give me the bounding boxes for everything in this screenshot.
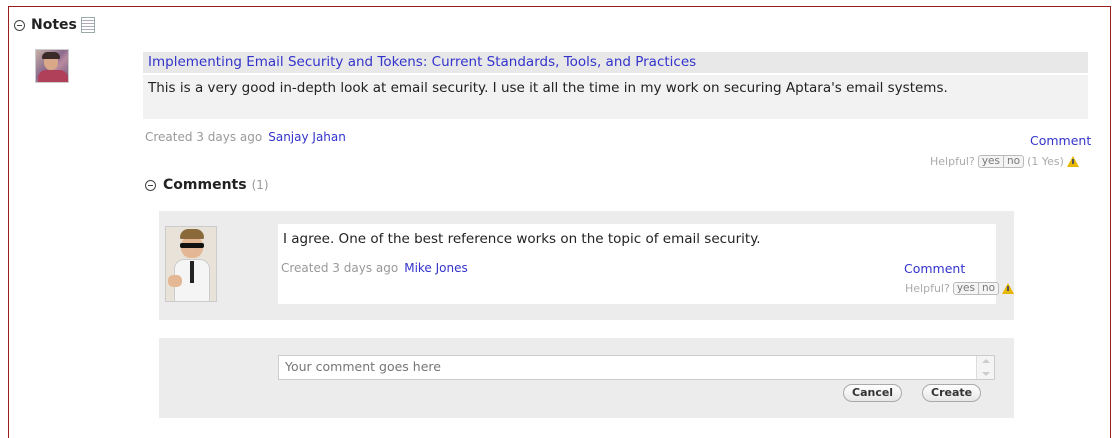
- helpful-label: Helpful?: [930, 155, 975, 168]
- input-scrollbar[interactable]: [976, 356, 994, 379]
- document-icon[interactable]: [80, 17, 95, 33]
- comment-author-link[interactable]: Mike Jones: [404, 261, 468, 275]
- note-meta: Created 3 days ago Sanjay Jahan: [145, 130, 346, 144]
- note-title-link[interactable]: Implementing Email Security and Tokens: …: [143, 52, 1088, 73]
- helpful-vote: yes no: [952, 282, 1000, 295]
- note-comment-link[interactable]: Comment: [1030, 133, 1091, 148]
- cancel-button[interactable]: Cancel: [843, 384, 903, 402]
- scroll-up-icon[interactable]: [982, 359, 990, 363]
- yes-button[interactable]: yes: [954, 283, 978, 294]
- comment-avatar[interactable]: [165, 226, 217, 302]
- comment-reply-link[interactable]: Comment: [904, 261, 965, 276]
- notes-title: Notes: [31, 17, 77, 33]
- helpful-count: (1 Yes): [1027, 155, 1064, 168]
- scroll-down-icon[interactable]: [982, 372, 990, 376]
- helpful-vote: yes no: [977, 155, 1025, 168]
- comments-count: (1): [251, 178, 269, 192]
- yes-button[interactable]: yes: [979, 156, 1003, 167]
- collapse-comments-icon[interactable]: [145, 179, 156, 191]
- comment-created: Created 3 days ago: [281, 261, 399, 275]
- note-body: This is a very good in-depth look at ema…: [143, 75, 1088, 119]
- notes-header: Notes: [14, 17, 95, 33]
- comment-text: I agree. One of the best reference works…: [283, 231, 761, 247]
- note-helpful: Helpful? yes no (1 Yes): [930, 155, 1079, 168]
- warning-icon[interactable]: [1002, 283, 1015, 294]
- collapse-notes-icon[interactable]: [14, 19, 25, 31]
- comments-header: Comments (1): [145, 177, 269, 193]
- comment-helpful: Helpful? yes no: [905, 282, 1015, 295]
- comment-meta: Created 3 days ago Mike Jones: [281, 261, 468, 275]
- no-button[interactable]: no: [977, 283, 998, 294]
- create-button[interactable]: Create: [922, 384, 982, 402]
- comment-input[interactable]: [278, 355, 995, 380]
- note-author-link[interactable]: Sanjay Jahan: [268, 130, 346, 144]
- no-button[interactable]: no: [1002, 156, 1023, 167]
- helpful-label: Helpful?: [905, 282, 950, 295]
- note-created: Created 3 days ago: [145, 130, 263, 144]
- comments-title: Comments: [163, 177, 247, 193]
- avatar[interactable]: [35, 49, 69, 83]
- warning-icon[interactable]: [1066, 156, 1079, 167]
